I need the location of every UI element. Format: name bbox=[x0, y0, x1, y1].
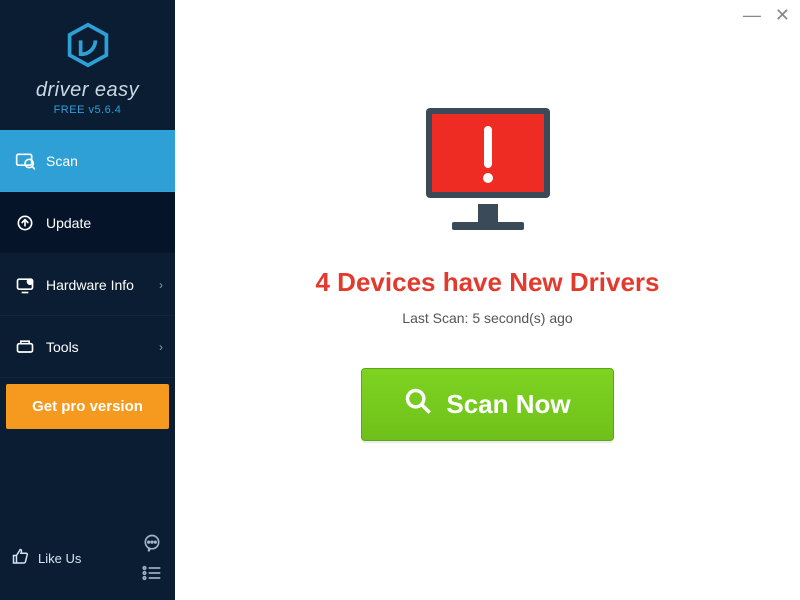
sidebar-item-label: Scan bbox=[46, 153, 78, 169]
bottom-icon-stack bbox=[141, 532, 163, 584]
alert-monitor-icon bbox=[408, 100, 568, 245]
get-pro-button[interactable]: Get pro version bbox=[6, 384, 169, 429]
scan-result-headline: 4 Devices have New Drivers bbox=[316, 267, 660, 298]
scan-now-button[interactable]: Scan Now bbox=[361, 368, 613, 441]
sidebar-item-hardware-info[interactable]: ! Hardware Info › bbox=[0, 254, 175, 316]
feedback-icon[interactable] bbox=[141, 532, 163, 554]
window-controls: — ✕ bbox=[743, 8, 790, 22]
minimize-button[interactable]: — bbox=[743, 8, 761, 22]
menu-list-icon[interactable] bbox=[141, 562, 163, 584]
sidebar-item-scan[interactable]: Scan bbox=[0, 130, 175, 192]
sidebar-item-label: Update bbox=[46, 215, 91, 231]
brand-name: driver easy bbox=[36, 79, 139, 102]
sidebar-item-update[interactable]: Update bbox=[0, 192, 175, 254]
brand-block: driver easy FREE v5.6.4 bbox=[0, 0, 175, 130]
logo-icon bbox=[65, 22, 111, 73]
search-icon bbox=[404, 387, 432, 422]
close-button[interactable]: ✕ bbox=[775, 8, 790, 22]
brand-version: FREE v5.6.4 bbox=[54, 104, 122, 116]
thumbs-up-icon bbox=[12, 548, 30, 569]
sidebar-item-label: Tools bbox=[46, 339, 79, 355]
sidebar: driver easy FREE v5.6.4 Scan Update bbox=[0, 0, 175, 600]
sidebar-bottom: Like Us bbox=[0, 522, 175, 600]
app-window: — ✕ driver easy FREE v5.6.4 Scan bbox=[0, 0, 800, 600]
chevron-right-icon: › bbox=[159, 340, 163, 354]
hardware-info-icon: ! bbox=[14, 275, 36, 295]
scan-icon bbox=[14, 151, 36, 171]
svg-text:!: ! bbox=[29, 280, 30, 286]
sidebar-item-tools[interactable]: Tools › bbox=[0, 316, 175, 378]
like-us-button[interactable]: Like Us bbox=[12, 548, 81, 569]
last-scan-text: Last Scan: 5 second(s) ago bbox=[402, 310, 572, 326]
tools-icon bbox=[14, 337, 36, 357]
like-us-label: Like Us bbox=[38, 551, 81, 566]
sidebar-nav: Scan Update ! Hardware Info › bbox=[0, 130, 175, 378]
update-icon bbox=[14, 213, 36, 233]
scan-now-label: Scan Now bbox=[446, 389, 570, 420]
chevron-right-icon: › bbox=[159, 278, 163, 292]
sidebar-item-label: Hardware Info bbox=[46, 277, 134, 293]
main-panel: 4 Devices have New Drivers Last Scan: 5 … bbox=[175, 0, 800, 600]
